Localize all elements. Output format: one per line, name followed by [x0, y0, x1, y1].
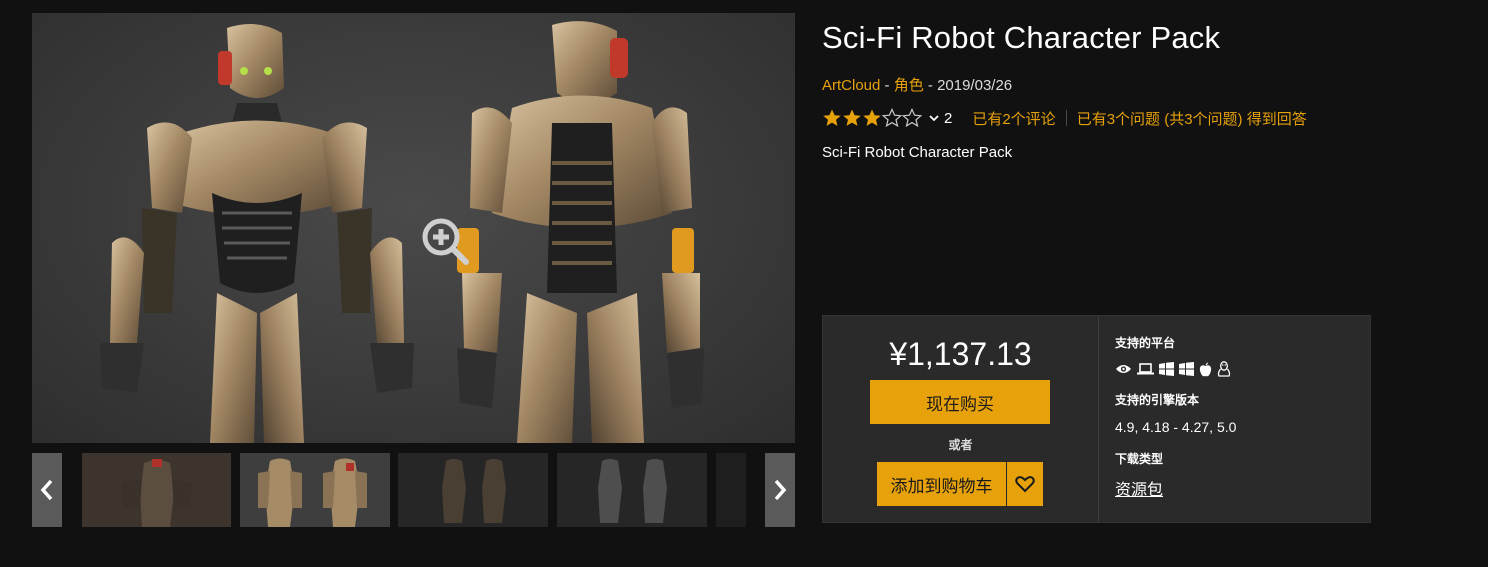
engine-versions: 4.9, 4.18 - 4.27, 5.0 — [1115, 419, 1237, 435]
windows-icon — [1159, 362, 1174, 376]
heart-icon — [1015, 476, 1035, 493]
gallery-next-button[interactable] — [765, 453, 795, 527]
price: ¥1,137.13 — [889, 336, 1032, 372]
gallery-thumbnail-3[interactable] — [398, 453, 548, 527]
wishlist-button[interactable] — [1007, 462, 1043, 506]
meta-separator: - — [923, 77, 938, 94]
star-filled-icon — [843, 109, 861, 126]
star-filled-icon — [823, 109, 841, 126]
or-label: 或者 — [948, 438, 973, 452]
thumbnail-image — [240, 453, 390, 527]
engine-versions-label: 支持的引擎版本 — [1115, 393, 1200, 407]
product-meta: ArtCloud - 角色 - 2019/03/26 — [822, 74, 1012, 95]
thumbnail-image — [398, 453, 548, 527]
gallery-thumbnail-1[interactable] — [82, 453, 231, 527]
publisher-link[interactable]: ArtCloud — [822, 77, 880, 94]
gallery-thumbnail-5[interactable] — [716, 453, 746, 527]
product-title: Sci-Fi Robot Character Pack — [822, 20, 1221, 55]
meta-separator: - — [880, 77, 894, 94]
release-date: 2019/03/26 — [937, 77, 1013, 94]
purchase-panel: ¥1,137.13 现在购买 或者 添加到购物车 支持的平台 支持的引擎版本 4… — [822, 315, 1371, 523]
star-empty-icon — [882, 108, 902, 128]
rating-count: 2 — [944, 109, 953, 127]
windows-icon — [1179, 362, 1194, 376]
reviews-link[interactable]: 已有2个评论 — [972, 108, 1055, 129]
download-type-label: 下载类型 — [1115, 452, 1164, 466]
laptop-icon — [1137, 363, 1154, 375]
panel-divider — [1098, 316, 1099, 522]
chevron-left-icon — [40, 479, 53, 501]
category-link[interactable]: 角色 — [894, 77, 924, 94]
apple-icon — [1199, 362, 1212, 376]
gallery-thumbnail-2[interactable] — [240, 453, 390, 527]
thumbnail-image — [716, 453, 746, 527]
gallery-prev-button[interactable] — [32, 453, 62, 527]
download-type-link[interactable]: 资源包 — [1115, 476, 1163, 500]
thumbnail-strip — [32, 453, 795, 527]
product-specs: 支持的平台 支持的引擎版本 4.9, 4.18 - 4.27, 5.0 下载类型… — [1115, 316, 1365, 522]
star-empty-icon — [902, 108, 922, 128]
linux-icon — [1217, 361, 1231, 377]
eye-icon — [1116, 365, 1131, 373]
chevron-down-icon[interactable] — [928, 112, 940, 124]
purchase-actions: ¥1,137.13 现在购买 或者 添加到购物车 — [823, 316, 1098, 522]
divider — [1065, 110, 1067, 126]
thumbnail-image — [557, 453, 707, 527]
gallery-thumbnail-4[interactable] — [557, 453, 707, 527]
robot-render-image — [100, 21, 704, 443]
platforms-label: 支持的平台 — [1115, 336, 1176, 350]
add-to-cart-button[interactable]: 添加到购物车 — [877, 462, 1006, 506]
zoom-in-icon[interactable] — [419, 215, 471, 267]
thumbnail-image — [82, 453, 231, 527]
rating-row: 2 已有2个评论 已有3个问题 (共3个问题) 得到回答 — [822, 107, 1307, 129]
platform-icons — [1115, 361, 1231, 377]
product-subtitle: Sci-Fi Robot Character Pack — [822, 144, 1013, 161]
main-preview-image[interactable] — [32, 13, 795, 443]
questions-link[interactable]: 已有3个问题 (共3个问题) 得到回答 — [1077, 108, 1307, 129]
star-filled-icon — [863, 109, 881, 126]
star-rating[interactable] — [822, 108, 922, 128]
buy-now-button[interactable]: 现在购买 — [870, 380, 1050, 424]
chevron-right-icon — [774, 479, 787, 501]
